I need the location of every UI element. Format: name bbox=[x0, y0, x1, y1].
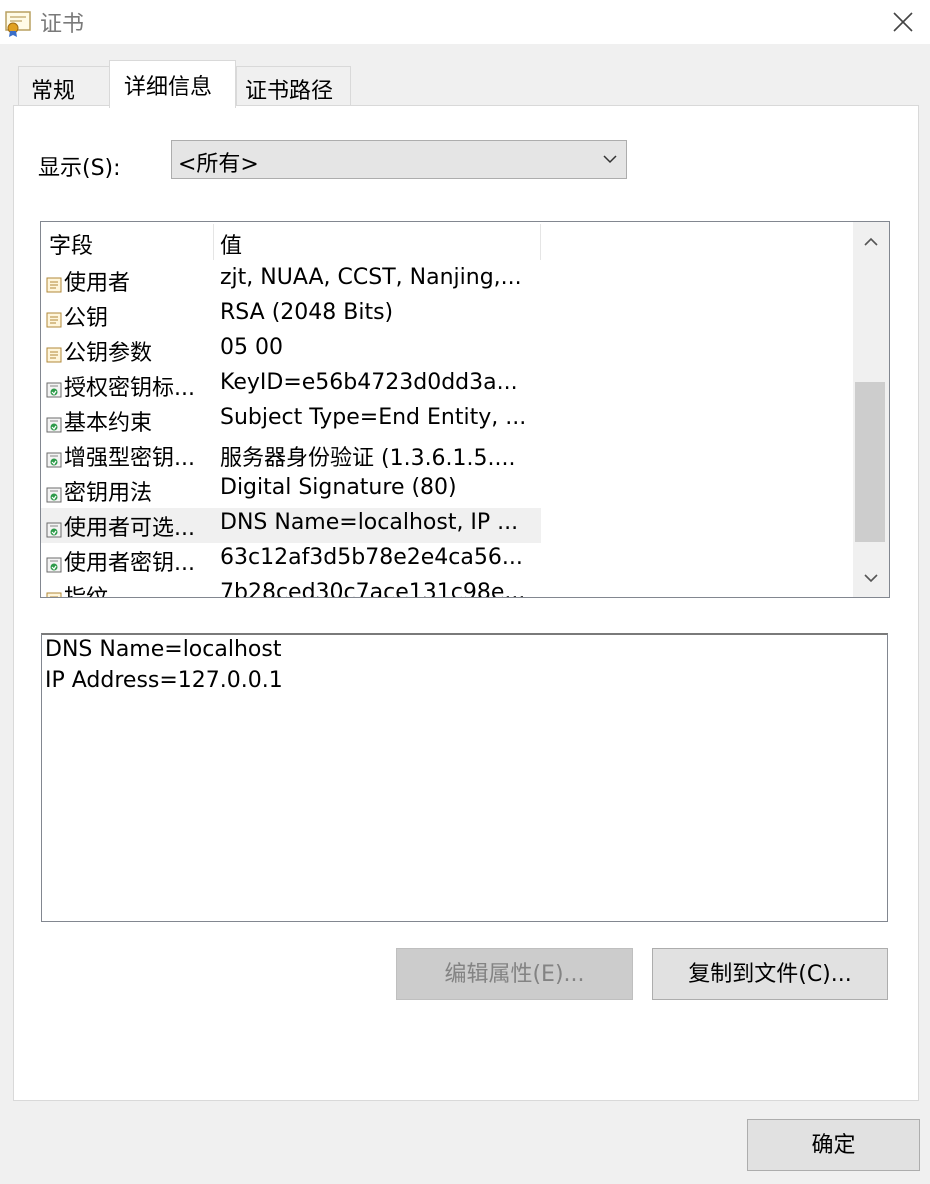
list-row[interactable]: 授权密钥标... KeyID=e56b4723d0dd3a... bbox=[41, 368, 541, 403]
row-value: RSA (2048 Bits) bbox=[220, 300, 394, 325]
tab-details[interactable]: 详细信息 bbox=[109, 60, 236, 108]
row-field: 基本约束 bbox=[64, 411, 153, 436]
column-header-field[interactable]: 字段 bbox=[49, 228, 93, 260]
column-divider[interactable] bbox=[213, 224, 214, 260]
row-value: DNS Name=localhost, IP ... bbox=[220, 510, 519, 535]
list-row[interactable]: 公钥 RSA (2048 Bits) bbox=[41, 298, 541, 333]
row-field: 授权密钥标... bbox=[64, 376, 195, 401]
tab-general[interactable]: 常规 bbox=[18, 66, 110, 106]
tab-details-label: 详细信息 bbox=[124, 75, 213, 100]
column-divider[interactable] bbox=[540, 224, 541, 260]
row-field: 指纹 bbox=[64, 580, 214, 597]
row-value: 05 00 bbox=[220, 335, 283, 360]
show-dropdown-value: <所有> bbox=[178, 152, 259, 177]
scroll-thumb[interactable] bbox=[855, 382, 885, 542]
row-field: 公钥参数 bbox=[64, 341, 153, 366]
window-title: 证书 bbox=[40, 12, 85, 37]
chevron-down-icon bbox=[864, 574, 878, 583]
tab-certification-path[interactable]: 证书路径 bbox=[236, 66, 351, 106]
row-field: 密钥用法 bbox=[64, 481, 153, 506]
list-row[interactable]: 使用者可选... DNS Name=localhost, IP ... bbox=[41, 508, 541, 543]
extension-icon bbox=[46, 484, 62, 503]
cert-field-icon bbox=[46, 344, 62, 363]
copy-to-file-button[interactable]: 复制到文件(C)... bbox=[652, 948, 888, 1000]
edit-properties-button[interactable]: 编辑属性(E)... bbox=[396, 948, 633, 1000]
cert-field-icon bbox=[46, 274, 62, 293]
chevron-up-icon bbox=[864, 237, 878, 246]
scroll-up-button[interactable] bbox=[853, 222, 889, 260]
row-value: 服务器身份验证 (1.3.6.1.5.... bbox=[220, 446, 516, 471]
column-header-value[interactable]: 值 bbox=[220, 228, 242, 260]
show-label: 显示(S): bbox=[38, 156, 121, 181]
list-row[interactable]: 公钥参数 05 00 bbox=[41, 333, 541, 368]
row-value: zjt, NUAA, CCST, Nanjing,... bbox=[220, 265, 522, 290]
title-bar: 证书 bbox=[0, 0, 930, 44]
extension-icon bbox=[46, 519, 62, 538]
extension-icon bbox=[46, 414, 62, 433]
row-field: 使用者密钥... bbox=[64, 551, 195, 576]
close-button[interactable] bbox=[876, 0, 930, 44]
list-row[interactable]: 指纹 7b28ced30c7ace131c98e... bbox=[41, 578, 541, 598]
row-value: Digital Signature (80) bbox=[220, 475, 457, 500]
extension-icon bbox=[46, 449, 62, 468]
row-field: 公钥 bbox=[64, 306, 109, 331]
row-value: 63c12af3d5b78e2e4ca56... bbox=[220, 545, 523, 570]
extension-icon bbox=[46, 554, 62, 573]
fields-list[interactable]: 字段 值 使用者 zjt, NUAA, CCST, Nanjing,... 公钥 RS… bbox=[40, 221, 890, 598]
list-row[interactable]: 增强型密钥... 服务器身份验证 (1.3.6.1.5.... bbox=[41, 438, 541, 473]
row-value: 7b28ced30c7ace131c98e... bbox=[220, 580, 526, 598]
value-line: DNS Name=localhost bbox=[45, 637, 282, 662]
value-line: IP Address=127.0.0.1 bbox=[45, 668, 283, 693]
tab-certification-path-label: 证书路径 bbox=[245, 79, 334, 104]
show-dropdown[interactable]: <所有> bbox=[171, 140, 627, 179]
scroll-down-button[interactable] bbox=[853, 559, 889, 597]
row-value: Subject Type=End Entity, ... bbox=[220, 405, 527, 430]
list-scrollbar[interactable] bbox=[853, 222, 889, 597]
list-row[interactable]: 基本约束 Subject Type=End Entity, ... bbox=[41, 403, 541, 438]
cert-field-icon bbox=[46, 309, 62, 328]
list-header: 字段 值 bbox=[41, 222, 541, 260]
list-row[interactable]: 使用者密钥... 63c12af3d5b78e2e4ca56... bbox=[41, 543, 541, 578]
chevron-down-icon bbox=[603, 155, 617, 164]
extension-icon bbox=[46, 379, 62, 398]
cert-field-icon bbox=[46, 589, 62, 597]
close-icon bbox=[893, 12, 913, 32]
certificate-icon bbox=[4, 8, 34, 38]
list-row[interactable]: 使用者 zjt, NUAA, CCST, Nanjing,... bbox=[41, 263, 541, 298]
tab-general-label: 常规 bbox=[31, 79, 76, 104]
row-field: 增强型密钥... bbox=[64, 446, 195, 471]
field-value-box[interactable]: DNS Name=localhost IP Address=127.0.0.1 bbox=[41, 633, 888, 922]
row-value: KeyID=e56b4723d0dd3a... bbox=[220, 370, 518, 395]
row-field: 使用者可选... bbox=[64, 516, 195, 541]
row-field: 使用者 bbox=[64, 271, 131, 296]
ok-button[interactable]: 确定 bbox=[747, 1119, 920, 1171]
list-row[interactable]: 密钥用法 Digital Signature (80) bbox=[41, 473, 541, 508]
